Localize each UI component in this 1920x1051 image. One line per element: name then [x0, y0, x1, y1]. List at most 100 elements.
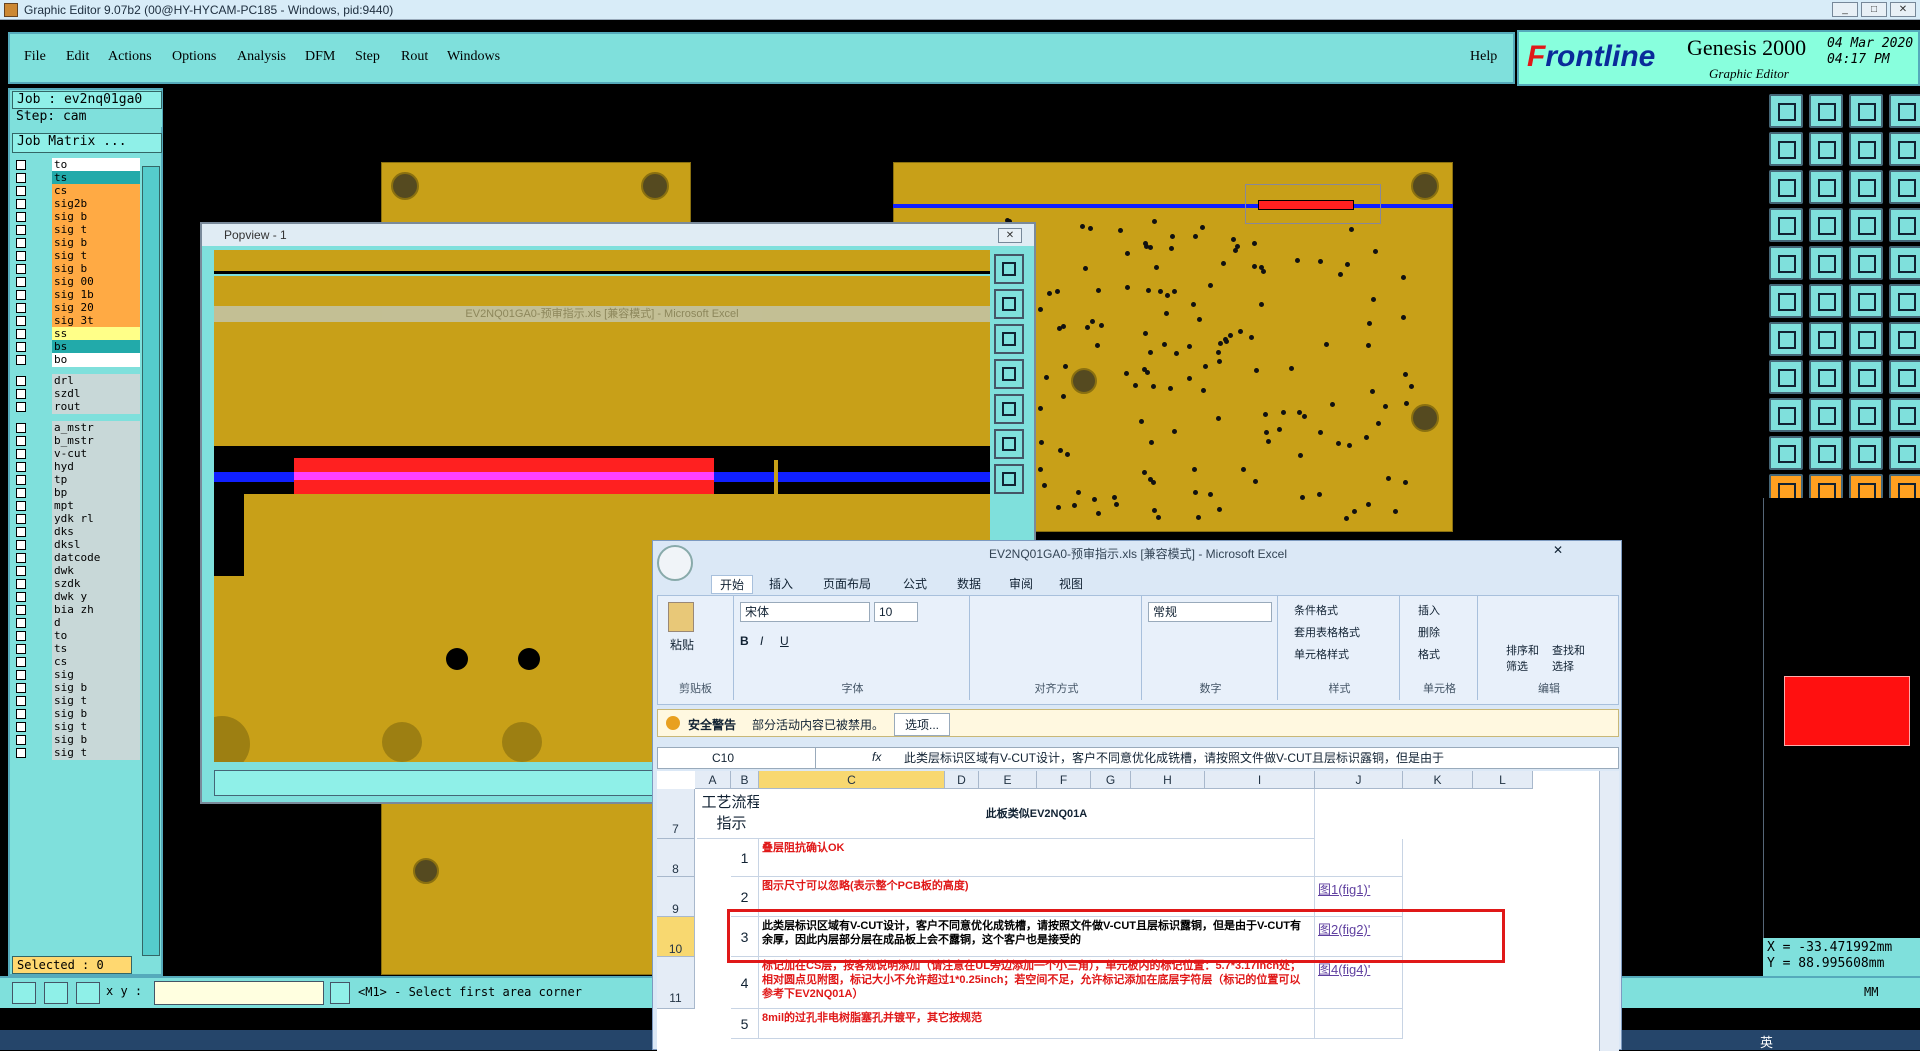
- cell-item-number[interactable]: 5: [731, 1009, 759, 1039]
- layer-row[interactable]: rout: [12, 400, 140, 414]
- column-header[interactable]: B: [731, 771, 759, 789]
- ribbon-tab[interactable]: 视图: [1059, 575, 1083, 592]
- close-button[interactable]: ✕: [1890, 2, 1916, 17]
- layer-checkbox[interactable]: [16, 592, 26, 602]
- tool-button[interactable]: [1809, 284, 1843, 318]
- job-matrix-button[interactable]: Job Matrix ...: [12, 133, 162, 153]
- sheet-scrollbar[interactable]: [1599, 771, 1619, 1051]
- paste-label[interactable]: 粘贴: [670, 636, 694, 653]
- layer-checkbox[interactable]: [16, 735, 26, 745]
- cell-item-number[interactable]: 4: [731, 957, 759, 1009]
- layer-checkbox[interactable]: [16, 342, 26, 352]
- cell-item-text[interactable]: 8mil的过孔非电树脂塞孔并镀平，其它按规范: [759, 1009, 1315, 1039]
- layer-row[interactable]: sig b: [12, 262, 140, 276]
- minimap[interactable]: [1763, 498, 1920, 938]
- menu-help[interactable]: Help: [1470, 49, 1497, 65]
- layer-checkbox[interactable]: [16, 264, 26, 274]
- layer-row[interactable]: cs: [12, 655, 140, 669]
- number-format-select[interactable]: 常规: [1148, 602, 1272, 622]
- ribbon-tab[interactable]: 数据: [957, 575, 981, 592]
- column-header[interactable]: E: [979, 771, 1037, 789]
- row-header[interactable]: 10: [657, 917, 695, 957]
- layer-row[interactable]: hyd: [12, 460, 140, 474]
- minimize-button[interactable]: _: [1832, 2, 1858, 17]
- tool-button[interactable]: [1769, 94, 1803, 128]
- tool-button[interactable]: [1769, 360, 1803, 394]
- menu-step[interactable]: Step: [355, 49, 380, 65]
- column-header[interactable]: G: [1091, 771, 1131, 789]
- layer-row[interactable]: ss: [12, 327, 140, 341]
- delete-button[interactable]: 删除: [1418, 622, 1440, 644]
- layer-row[interactable]: sig t: [12, 223, 140, 237]
- menu-rout[interactable]: Rout: [401, 49, 428, 65]
- layer-row[interactable]: bia zh: [12, 603, 140, 617]
- tool-button[interactable]: [1889, 94, 1920, 128]
- tool-button[interactable]: [1849, 170, 1883, 204]
- layer-checkbox[interactable]: [16, 376, 26, 386]
- table-format-button[interactable]: 套用表格格式: [1294, 622, 1360, 644]
- tool-button[interactable]: [1889, 398, 1920, 432]
- layer-row[interactable]: sig 1b: [12, 288, 140, 302]
- column-header[interactable]: D: [945, 771, 979, 789]
- layer-row[interactable]: drl: [12, 374, 140, 388]
- font-size-select[interactable]: 10: [874, 602, 918, 622]
- popview-tool-button[interactable]: [994, 359, 1024, 389]
- layer-row[interactable]: ts: [12, 642, 140, 656]
- layer-row[interactable]: sig t: [12, 249, 140, 263]
- layer-row[interactable]: sig2b: [12, 197, 140, 211]
- layer-checkbox[interactable]: [16, 696, 26, 706]
- layer-checkbox[interactable]: [16, 709, 26, 719]
- tool-button[interactable]: [1889, 132, 1920, 166]
- cell-header-similar[interactable]: 此板类似EV2NQ01A: [759, 789, 1315, 839]
- layer-checkbox[interactable]: [16, 631, 26, 641]
- snap-tool-icon[interactable]: [12, 982, 36, 1004]
- excel-close-icon[interactable]: ✕: [1553, 543, 1563, 557]
- column-header[interactable]: H: [1131, 771, 1205, 789]
- column-header[interactable]: F: [1037, 771, 1091, 789]
- formula-input[interactable]: 此类层标识区域有V-CUT设计，客户不同意优化成铣槽，请按照文件做V-CUT且层…: [904, 748, 1600, 768]
- maximize-button[interactable]: □: [1861, 2, 1887, 17]
- security-options-button[interactable]: 选项...: [894, 713, 951, 736]
- cell-item-link[interactable]: [1315, 839, 1403, 877]
- layer-checkbox[interactable]: [16, 355, 26, 365]
- layer-checkbox[interactable]: [16, 277, 26, 287]
- layer-row[interactable]: sig 00: [12, 275, 140, 289]
- cell-item-link[interactable]: [1315, 1009, 1403, 1039]
- tool-button[interactable]: [1809, 246, 1843, 280]
- layer-checkbox[interactable]: [16, 579, 26, 589]
- layer-checkbox[interactable]: [16, 186, 26, 196]
- sheet-grid[interactable]: A B C D E F G H I J K L 7 8 9 10 11 工艺流程指示 此板类似EV2NQ01A 1 叠层…: [657, 771, 1599, 1051]
- layer-row[interactable]: szdk: [12, 577, 140, 591]
- tool-button[interactable]: [1889, 208, 1920, 242]
- ribbon-tab[interactable]: 审阅: [1009, 575, 1033, 592]
- layer-checkbox[interactable]: [16, 423, 26, 433]
- layer-checkbox[interactable]: [16, 402, 26, 412]
- layer-checkbox[interactable]: [16, 329, 26, 339]
- underline-button[interactable]: U: [780, 634, 789, 648]
- tool-button[interactable]: [1809, 360, 1843, 394]
- ime-indicator[interactable]: 英: [1760, 1032, 1773, 1051]
- tool-button[interactable]: [1849, 360, 1883, 394]
- tool-button[interactable]: [1849, 398, 1883, 432]
- italic-button[interactable]: I: [760, 634, 763, 648]
- layer-checkbox[interactable]: [16, 553, 26, 563]
- layer-checkbox[interactable]: [16, 290, 26, 300]
- row-header[interactable]: 11: [657, 957, 695, 1009]
- popview-tool-button[interactable]: [994, 429, 1024, 459]
- layer-row[interactable]: cs: [12, 184, 140, 198]
- layer-row[interactable]: v-cut: [12, 447, 140, 461]
- layer-checkbox[interactable]: [16, 605, 26, 615]
- paste-icon[interactable]: [668, 602, 694, 632]
- tool-button[interactable]: [1809, 398, 1843, 432]
- cell-item-number[interactable]: 1: [731, 839, 759, 877]
- layer-row[interactable]: a_mstr: [12, 421, 140, 435]
- row-header[interactable]: 8: [657, 839, 695, 877]
- ribbon-tab[interactable]: 页面布局: [823, 575, 871, 592]
- tool-button[interactable]: [1809, 322, 1843, 356]
- layer-checkbox[interactable]: [16, 488, 26, 498]
- layer-checkbox[interactable]: [16, 160, 26, 170]
- popview-tool-button[interactable]: [994, 289, 1024, 319]
- layer-checkbox[interactable]: [16, 225, 26, 235]
- cell-item-link[interactable]: 图4(fig4)': [1315, 957, 1403, 1009]
- tool-button[interactable]: [1849, 284, 1883, 318]
